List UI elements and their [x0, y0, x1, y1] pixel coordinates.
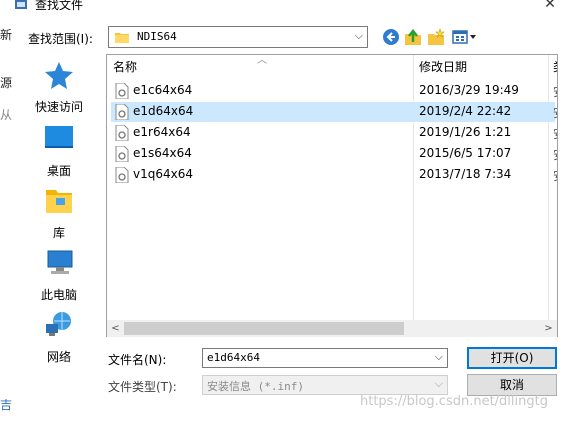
window-title: 查找文件	[35, 0, 84, 12]
file-type: 安	[553, 167, 557, 184]
filename-label: 文件名(N):	[108, 353, 167, 367]
file-type: 安	[553, 83, 557, 100]
background-text: 吉	[0, 398, 13, 412]
close-icon[interactable]: ✕	[540, 0, 560, 13]
file-date: 2013/7/18 7:34	[419, 167, 512, 181]
view-menu-icon[interactable]	[452, 28, 478, 48]
scroll-right-icon[interactable]: >	[540, 320, 557, 337]
file-name: e1r64x64	[133, 125, 191, 139]
file-name: e1s64x64	[133, 146, 192, 160]
background-text: 从	[0, 108, 13, 122]
file-date: 2016/3/29 19:49	[419, 83, 519, 97]
filename-input[interactable]: e1d64x64 ⌵	[202, 348, 448, 368]
this-pc-icon	[47, 250, 73, 274]
column-header-date[interactable]: 修改日期	[419, 55, 467, 79]
inf-file-icon	[115, 124, 129, 142]
column-header-type[interactable]: 类	[553, 55, 557, 79]
filetype-dropdown: 安装信息 (*.inf) ⌵	[202, 375, 448, 395]
lookin-value: NDIS64	[137, 30, 177, 43]
file-type: 安	[553, 146, 557, 163]
file-name: e1d64x64	[133, 104, 194, 118]
chevron-down-icon[interactable]: ⌵	[435, 350, 443, 364]
sort-asc-icon: ︿	[257, 55, 267, 66]
file-row[interactable]: e1c64x64 2016/3/29 19:49 安	[111, 81, 557, 101]
file-name: v1q64x64	[133, 167, 193, 181]
library-icon	[46, 190, 72, 213]
scroll-thumb[interactable]	[124, 322, 404, 335]
place-this-pc[interactable]: 此电脑	[14, 248, 104, 306]
inf-file-icon	[115, 166, 129, 184]
file-row-selected[interactable]: e1d64x64 2019/2/4 22:42 安	[111, 102, 557, 122]
quick-access-icon	[45, 62, 73, 89]
file-name: e1c64x64	[133, 83, 193, 97]
file-date: 2019/2/4 22:42	[419, 104, 512, 118]
file-date: 2015/6/5 17:07	[419, 146, 512, 160]
place-label: 快速访问	[34, 100, 83, 114]
place-label: 此电脑	[40, 288, 77, 302]
chevron-down-icon: ⌵	[434, 377, 443, 390]
place-quick-access[interactable]: 快速访问	[14, 60, 104, 118]
place-label: 桌面	[46, 164, 71, 178]
place-label: 库	[52, 226, 65, 240]
lookin-dropdown[interactable]: NDIS64 ⌵	[108, 26, 368, 48]
title-bar	[0, 0, 571, 14]
desktop-icon	[45, 126, 73, 148]
cancel-button[interactable]: 取消	[467, 374, 557, 396]
place-library[interactable]: 库	[14, 186, 104, 244]
place-desktop[interactable]: 桌面	[14, 124, 104, 182]
inf-file-icon	[115, 103, 129, 121]
back-icon[interactable]	[382, 28, 402, 48]
app-icon	[14, 0, 28, 11]
background-text: 新	[0, 28, 13, 42]
file-row[interactable]: e1s64x64 2015/6/5 17:07 安	[111, 144, 557, 164]
chevron-down-icon: ⌵	[354, 29, 363, 42]
watermark-text: https://blog.csdn.net/dllingtg	[360, 394, 548, 409]
folder-icon	[115, 31, 129, 43]
up-folder-icon[interactable]	[404, 28, 424, 48]
place-network[interactable]: 网络	[14, 310, 104, 368]
horizontal-scrollbar[interactable]: < >	[107, 320, 557, 337]
file-date: 2019/1/26 1:21	[419, 125, 512, 139]
scroll-left-icon[interactable]: <	[107, 320, 124, 337]
new-folder-icon[interactable]	[427, 28, 447, 48]
inf-file-icon	[115, 145, 129, 163]
background-text: 源	[0, 76, 13, 90]
place-label: 网络	[46, 350, 71, 364]
file-row[interactable]: v1q64x64 2013/7/18 7:34 安	[111, 165, 557, 185]
column-header-name[interactable]: 名称	[113, 55, 137, 79]
places-bar: 快速访问 桌面 库 此电脑 网络	[14, 54, 104, 376]
file-type: 安	[553, 125, 557, 142]
inf-file-icon	[115, 82, 129, 100]
file-list[interactable]: ︿ 名称 修改日期 类 e1c64x64 2016/3/29 19:49 安 e…	[106, 54, 558, 337]
network-icon	[46, 312, 71, 336]
lookin-label: 查找范围(I):	[28, 32, 93, 46]
filetype-label: 文件类型(T):	[108, 380, 177, 394]
file-type: 安	[553, 104, 557, 121]
filetype-value: 安装信息 (*.inf)	[207, 380, 304, 393]
open-button[interactable]: 打开(O)	[467, 347, 557, 369]
file-row[interactable]: e1r64x64 2019/1/26 1:21 安	[111, 123, 557, 143]
filename-value: e1d64x64	[207, 351, 260, 364]
